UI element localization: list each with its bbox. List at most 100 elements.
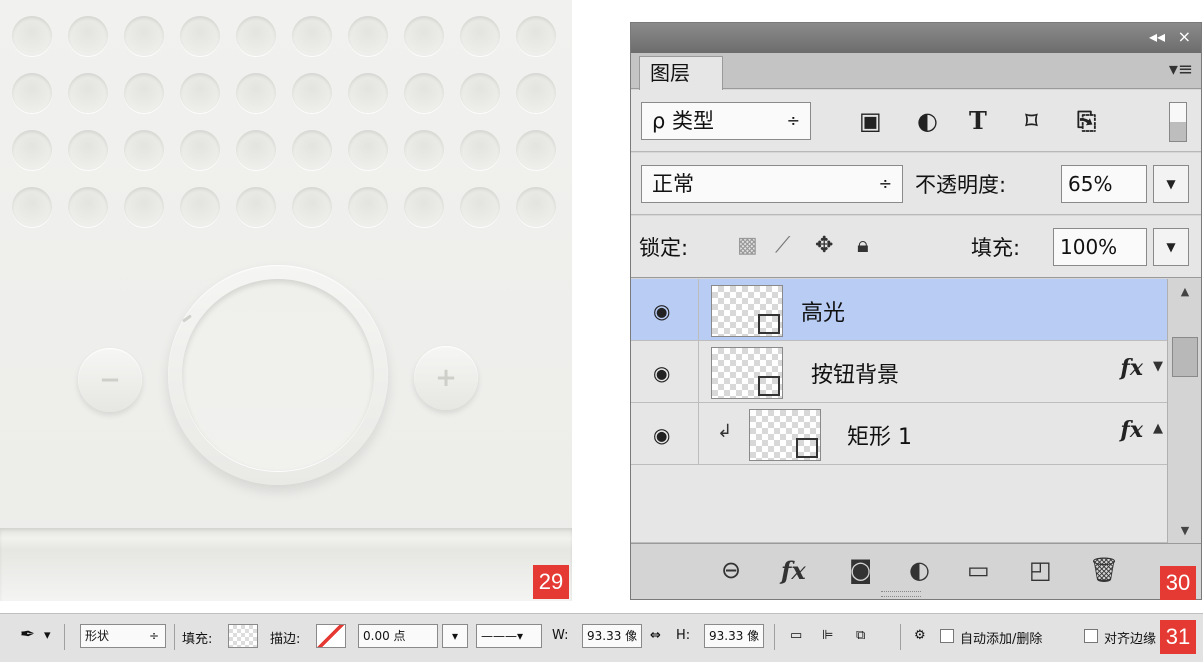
tool-mode-select[interactable]: 形状 ÷ (80, 624, 166, 648)
stroke-width-field[interactable]: 0.00 点 (358, 624, 438, 648)
add-style-icon[interactable]: fx (781, 556, 806, 585)
stroke-swatch[interactable] (316, 624, 346, 648)
tool-options-bar: ✒ ▾ 形状 ÷ 填充: 描边: 0.00 点 ▾ ———▾ W: 93.33 … (0, 613, 1203, 662)
effects-collapse-icon[interactable]: ▲ (1153, 421, 1163, 436)
separator (900, 624, 901, 650)
speaker-hole (292, 130, 332, 170)
blend-row: 正常 ÷ 不透明度: 65% ▼ (631, 153, 1201, 215)
effects-expand-icon[interactable]: ▼ (1153, 359, 1163, 374)
layer-row-button-bg[interactable]: ◉ 按钮背景 fx ▼ (631, 341, 1167, 403)
link-layers-icon[interactable]: ⊖ (721, 556, 741, 584)
panel-menu-icon[interactable]: ▾≡ (1169, 59, 1193, 80)
figure-badge-31: 31 (1160, 620, 1196, 654)
speaker-hole (348, 130, 388, 170)
plus-icon: + (435, 363, 457, 393)
fill-dropdown-button[interactable]: ▼ (1153, 228, 1189, 266)
visibility-cell[interactable]: ◉ (631, 403, 699, 465)
lock-position-move-icon[interactable]: ✥ (815, 233, 833, 258)
speaker-hole (180, 187, 220, 227)
speaker-hole (12, 187, 52, 227)
new-group-icon[interactable]: ▭ (967, 556, 990, 584)
width-field[interactable]: 93.33 像 (582, 624, 642, 648)
layer-thumbnail (711, 285, 783, 337)
smart-object-filter-icon[interactable]: ⎘ (1077, 106, 1096, 135)
dial-ring-art (168, 265, 388, 485)
speaker-hole (404, 130, 444, 170)
visibility-cell[interactable]: ◉ (631, 279, 699, 341)
layer-row-rect1[interactable]: ◉ ↲ 矩形 1 fx ▲ (631, 403, 1167, 465)
plus-button-art: + (414, 346, 478, 410)
lock-transparent-icon[interactable]: ▩ (737, 233, 758, 258)
align-edges-label: 对齐边缘 (1104, 632, 1157, 647)
filter-toggle[interactable] (1169, 102, 1187, 142)
lock-image-brush-icon[interactable]: ⟋ (775, 233, 790, 258)
path-arrangement-icon[interactable]: ⧉ (856, 628, 865, 643)
opacity-dropdown-button[interactable]: ▼ (1153, 165, 1189, 203)
stroke-option-label: 描边: (270, 632, 301, 647)
layer-row-highlight[interactable]: ◉ 高光 (631, 279, 1167, 341)
scroll-up-icon[interactable]: ▲ (1168, 285, 1202, 298)
fill-field[interactable]: 100% (1053, 228, 1147, 266)
delete-layer-icon[interactable]: 🗑︎ (1089, 556, 1119, 584)
shape-filter-icon[interactable]: ⌑ (1025, 106, 1038, 135)
filter-kind-label: ρ 类型 (652, 109, 715, 133)
speaker-hole (12, 73, 52, 113)
type-filter-icon[interactable]: T (969, 106, 987, 135)
width-label: W: (552, 628, 569, 643)
eye-icon[interactable]: ◉ (653, 423, 670, 447)
eye-icon[interactable]: ◉ (653, 299, 670, 323)
stroke-type-select[interactable]: ———▾ (476, 624, 542, 648)
speaker-hole (236, 130, 276, 170)
fx-icon[interactable]: fx (1120, 417, 1143, 443)
visibility-cell[interactable]: ◉ (631, 341, 699, 403)
select-arrows-icon: ÷ (148, 629, 159, 643)
link-dimensions-icon[interactable]: ⇔ (650, 628, 661, 643)
speaker-hole (348, 187, 388, 227)
new-layer-icon[interactable]: ◰ (1029, 556, 1052, 584)
path-alignment-icon[interactable]: ⊫ (822, 628, 833, 643)
filter-row: ρ 类型 ÷ ▣ ◐ T ⌑ ⎘ (631, 90, 1201, 152)
figure-badge-29: 29 (533, 565, 569, 599)
auto-add-delete-checkbox[interactable] (940, 629, 954, 643)
layer-name[interactable]: 按钮背景 (811, 357, 899, 389)
separator (64, 624, 65, 650)
height-field[interactable]: 93.33 像 (704, 624, 764, 648)
fill-swatch[interactable] (228, 624, 258, 648)
new-adjustment-icon[interactable]: ◐ (909, 556, 930, 584)
image-filter-icon[interactable]: ▣ (859, 106, 882, 135)
speaker-hole (460, 130, 500, 170)
speaker-hole (68, 16, 108, 56)
scroll-thumb[interactable] (1172, 337, 1198, 377)
path-operations-icon[interactable]: ▭ (790, 628, 802, 643)
tool-preset-arrow-icon[interactable]: ▾ (44, 628, 51, 643)
scroll-down-icon[interactable]: ▼ (1168, 524, 1202, 537)
speaker-hole (236, 73, 276, 113)
stroke-width-dropdown[interactable]: ▾ (442, 624, 468, 648)
resize-grip[interactable] (881, 591, 921, 597)
align-edges-checkbox[interactable] (1084, 629, 1098, 643)
adjustment-filter-icon[interactable]: ◐ (917, 106, 938, 135)
speaker-hole (460, 73, 500, 113)
opacity-label: 不透明度: (915, 173, 1007, 197)
minus-button-art: − (78, 348, 142, 412)
separator (174, 624, 175, 650)
collapse-icon[interactable]: ◂◂ (1149, 27, 1165, 46)
minus-icon: − (99, 365, 121, 395)
layer-name[interactable]: 矩形 1 (847, 419, 912, 451)
layers-scrollbar[interactable]: ▲ ▼ (1167, 279, 1201, 543)
opacity-field[interactable]: 65% (1061, 165, 1147, 203)
gear-icon[interactable]: ⚙ (914, 628, 926, 643)
add-mask-icon[interactable]: ◙ (849, 556, 872, 584)
close-icon[interactable]: × (1178, 27, 1191, 46)
fx-icon[interactable]: fx (1120, 355, 1143, 381)
layer-name[interactable]: 高光 (801, 295, 845, 327)
eye-icon[interactable]: ◉ (653, 361, 670, 385)
lock-label: 锁定: (639, 236, 689, 260)
tab-layers[interactable]: 图层 (639, 56, 723, 90)
lock-all-icon[interactable]: 🔒︎ (857, 233, 869, 258)
panel-titlebar: ◂◂ × (631, 23, 1201, 53)
auto-add-delete-label: 自动添加/删除 (960, 632, 1043, 647)
pen-tool-icon[interactable]: ✒ (20, 624, 35, 645)
filter-kind-select[interactable]: ρ 类型 ÷ (641, 102, 811, 140)
blend-mode-select[interactable]: 正常 ÷ (641, 165, 903, 203)
